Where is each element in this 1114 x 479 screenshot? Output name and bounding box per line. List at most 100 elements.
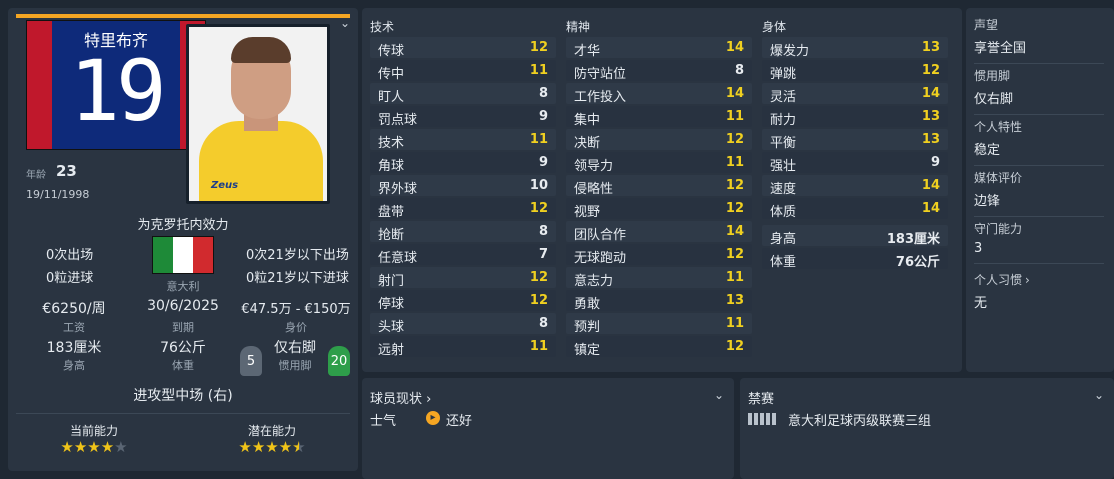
attribute-row[interactable]: 停球 12 [370,290,556,312]
attribute-row[interactable]: 决断 12 [566,129,752,151]
attribute-row[interactable]: 远射 11 [370,336,556,358]
attribute-name: 弹跳 [770,67,797,82]
attribute-value: 11 [529,63,548,78]
info-title-text: 声望 [974,18,999,32]
info-title[interactable]: 个人习惯 › [974,271,1104,288]
info-value: 无 [974,296,988,311]
attribute-row[interactable]: 角球 9 [370,152,556,174]
attribute-value: 183厘米 [886,232,940,247]
club-line[interactable]: 为克罗托内效力 [8,214,358,233]
chevron-down-icon[interactable]: ⌄ [714,388,724,402]
info-value: 仅右脚 [974,92,1014,107]
attribute-row[interactable]: 爆发力 13 [762,37,948,59]
divider [974,63,1104,64]
attribute-row[interactable]: 工作投入 14 [566,83,752,105]
attribute-row[interactable]: 才华 14 [566,37,752,59]
weight-value: 76公斤 [160,340,206,356]
attribute-row[interactable]: 传中 11 [370,60,556,82]
attribute-row[interactable]: 体质 14 [762,198,948,220]
foot-label: 惯用脚 [278,359,312,372]
right-foot-icon: 20 [328,346,350,376]
info-value: 享誉全国 [974,41,1027,56]
attribute-value: 13 [921,132,940,147]
attribute-row[interactable]: 灵活 14 [762,83,948,105]
attribute-name: 任意球 [378,251,418,266]
wage-label: 工资 [63,321,85,334]
height-label: 身高 [63,359,85,372]
chevron-down-icon[interactable]: ⌄ [340,16,350,30]
attribute-row[interactable]: 团队合作 14 [566,221,752,243]
attribute-row[interactable]: 抢断 8 [370,221,556,243]
attribute-value: 12 [725,178,744,193]
attribute-name: 头球 [378,320,405,335]
attribute-name: 工作投入 [574,90,627,105]
caps: 0次出场 [46,248,94,263]
attribute-row[interactable]: 弹跳 12 [762,60,948,82]
attribute-name: 技术 [378,136,405,151]
attribute-row[interactable]: 意志力 11 [566,267,752,289]
attribute-value: 11 [725,316,744,331]
attribute-value: 11 [725,155,744,170]
potential-ability-stars: ★★★★★ [212,438,332,456]
attribute-row: 身高 183厘米 [762,225,948,247]
attribute-value: 14 [921,86,940,101]
attribute-name: 身高 [770,232,797,247]
attribute-value: 10 [529,178,548,193]
potential-ability-label: 潜在能力 [247,424,296,438]
attribute-value: 9 [538,155,548,170]
condition-panel: 球员现状 › ⌄ 士气 ▸ 还好 [362,378,734,479]
info-block: 声望 享誉全国 [974,16,1104,64]
attribute-row[interactable]: 界外球 10 [370,175,556,197]
attribute-value: 8 [538,316,548,331]
position-label: 进攻型中场 (右) [133,388,233,404]
attribute-row[interactable]: 镇定 12 [566,336,752,358]
attribute-row[interactable]: 传球 12 [370,37,556,59]
info-title-text: 个人习惯 [974,273,1023,287]
condition-title-text: 球员现状 [370,392,423,407]
attribute-row[interactable]: 强壮 9 [762,152,948,174]
attribute-value: 12 [529,201,548,216]
u21-caps: 0次21岁以下出场 [246,248,349,263]
attribute-row[interactable]: 耐力 13 [762,106,948,128]
attribute-row[interactable]: 勇敢 13 [566,290,752,312]
attribute-value: 12 [529,270,548,285]
attribute-row[interactable]: 盘带 12 [370,198,556,220]
attribute-value: 11 [725,109,744,124]
attribute-row[interactable]: 集中 11 [566,106,752,128]
attribute-name: 传球 [378,44,405,59]
chevron-down-icon[interactable]: ⌄ [1094,388,1104,402]
attribute-row[interactable]: 平衡 13 [762,129,948,151]
attribute-row[interactable]: 技术 11 [370,129,556,151]
attribute-row[interactable]: 防守站位 8 [566,60,752,82]
star-full-icon: ★ [251,438,266,456]
u21-goals: 0粒21岁以下进球 [246,271,349,286]
technical-header: 技术 [370,20,395,34]
condition-title[interactable]: 球员现状 › [370,388,431,407]
attribute-row[interactable]: 无球跑动 12 [566,244,752,266]
age-value: 23 [56,162,77,180]
attribute-row[interactable]: 头球 8 [370,313,556,335]
attribute-row[interactable]: 速度 14 [762,175,948,197]
ban-competition: 意大利足球丙级联赛三组 [788,414,932,429]
attribute-row[interactable]: 预判 11 [566,313,752,335]
kit-logo: Zeus [211,180,239,191]
attribute-name: 镇定 [574,343,601,358]
date-of-birth: 19/11/1998 [26,188,90,201]
italy-flag-icon[interactable] [152,236,214,274]
attribute-value: 14 [725,40,744,55]
attribute-value: 13 [725,293,744,308]
star-full-icon: ★ [238,438,252,456]
attribute-row[interactable]: 罚点球 9 [370,106,556,128]
attribute-row[interactable]: 领导力 11 [566,152,752,174]
attribute-row[interactable]: 盯人 8 [370,83,556,105]
attribute-value: 12 [725,339,744,354]
divider [974,216,1104,217]
attribute-name: 灵活 [770,90,797,105]
attribute-row[interactable]: 侵略性 12 [566,175,752,197]
attribute-name: 防守站位 [574,67,627,82]
attribute-row[interactable]: 射门 12 [370,267,556,289]
attribute-value: 14 [725,224,744,239]
attribute-row[interactable]: 任意球 7 [370,244,556,266]
attribute-row[interactable]: 视野 12 [566,198,752,220]
attribute-name: 侵略性 [574,182,614,197]
